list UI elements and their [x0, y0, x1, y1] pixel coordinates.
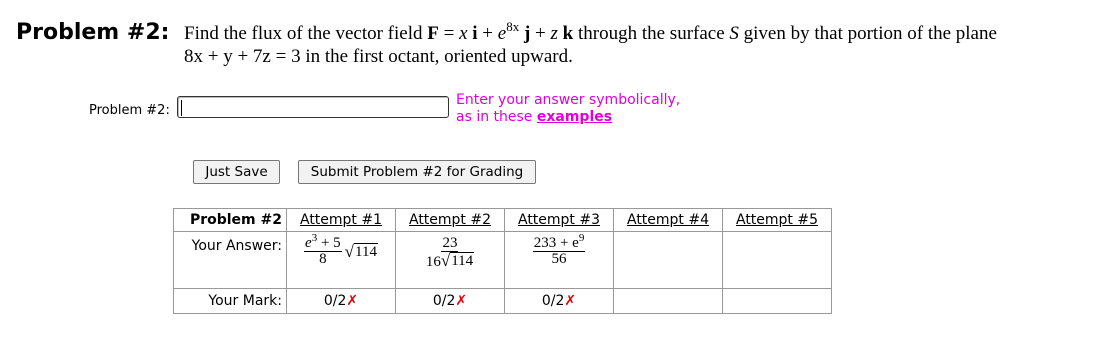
attempt-2-link[interactable]: Attempt #2	[409, 212, 491, 228]
unit-k: k	[562, 23, 574, 44]
equals-sign: =	[443, 23, 455, 44]
sqrt-symbol: √ 114	[344, 242, 378, 261]
submit-for-grading-button[interactable]: Submit Problem #2 for Grading	[298, 160, 536, 184]
problem-line-1: Find the flux of the vector field F = x …	[184, 19, 1106, 45]
hint-line-2: as in these examples	[456, 109, 680, 126]
wrong-x-icon: ✗	[455, 293, 468, 309]
attempt-3-mark: 0/2✗	[504, 288, 614, 314]
attempt-5-answer	[722, 231, 832, 289]
problem-line-2: 8x + y + 7z = 3 in the first octant, ori…	[184, 45, 1106, 68]
sqrt-symbol: √ 114	[440, 251, 475, 270]
attempt-4-answer	[613, 231, 723, 289]
hint-line-1: Enter your answer symbolically,	[456, 92, 681, 108]
plane-equation: 8x + y + 7z = 3	[184, 46, 301, 67]
examples-link[interactable]: examples	[537, 109, 612, 125]
attempt-4-mark	[613, 288, 723, 314]
attempt-4-header[interactable]: Attempt #4	[613, 208, 723, 232]
attempt-4-link[interactable]: Attempt #4	[627, 212, 709, 228]
answers-row: Your Answer: e3 + 5 8 √114 23 16√114	[173, 231, 832, 289]
unit-i: i	[472, 23, 478, 44]
var-x: x	[459, 23, 468, 44]
problem-text-intro: Find the flux of the vector field	[184, 23, 423, 44]
attempt-1-answer: e3 + 5 8 √ 114	[286, 231, 396, 289]
attempts-header-row: Problem #2 Attempt #1 Attempt #2 Attempt…	[173, 208, 832, 232]
your-mark-label: Your Mark:	[173, 288, 287, 314]
attempt-1-mark: 0/2✗	[286, 288, 396, 314]
answer-3-math: 233 + e9 56	[532, 232, 586, 267]
exp-base: e	[497, 23, 507, 44]
attempt-2-answer: 23 16 √ 114	[395, 231, 505, 289]
exponent: 8x	[506, 19, 520, 34]
answer-input[interactable]	[177, 96, 449, 118]
just-save-button[interactable]: Just Save	[193, 160, 280, 184]
marks-row: Your Mark: 0/2✗ 0/2✗ 0/2✗	[173, 288, 832, 314]
problem-text-end: given by that portion of the plane	[743, 23, 997, 44]
attempt-5-link[interactable]: Attempt #5	[736, 212, 818, 228]
attempt-1-link[interactable]: Attempt #1	[300, 212, 382, 228]
attempt-3-answer: 233 + e9 56	[504, 231, 614, 289]
plus-sign: +	[535, 23, 546, 44]
attempt-3-header[interactable]: Attempt #3	[504, 208, 614, 232]
plus-sign: +	[482, 23, 494, 44]
answer-1-math: e3 + 5 8 √ 114	[304, 232, 378, 267]
wrong-x-icon: ✗	[564, 293, 577, 309]
text-caret	[181, 100, 182, 116]
surface-S: S	[729, 23, 739, 44]
table-problem-label: Problem #2	[173, 208, 287, 232]
your-answer-label: Your Answer:	[173, 231, 287, 289]
hint-text: as in these	[456, 109, 533, 125]
answer-2-math: 23 16 √ 114	[425, 235, 475, 270]
problem-text-mid: through the surface	[577, 23, 725, 44]
attempt-3-link[interactable]: Attempt #3	[518, 212, 600, 228]
attempt-2-header[interactable]: Attempt #2	[395, 208, 505, 232]
wrong-x-icon: ✗	[346, 293, 359, 309]
attempt-1-header[interactable]: Attempt #1	[286, 208, 396, 232]
var-z: z	[550, 23, 558, 44]
attempt-2-mark: 0/2✗	[395, 288, 505, 314]
unit-j: j	[523, 23, 531, 44]
problem-text-line2: in the first octant, oriented upward.	[305, 46, 573, 67]
attempt-5-mark	[722, 288, 832, 314]
vector-F: F	[427, 23, 439, 44]
problem-text: Find the flux of the vector field F = x …	[184, 19, 1106, 68]
problem-title: Problem #2:	[16, 20, 170, 45]
answer-label: Problem #2:	[89, 103, 170, 118]
answer-hint: Enter your answer symbolically, as in th…	[456, 92, 680, 126]
attempt-5-header[interactable]: Attempt #5	[722, 208, 832, 232]
attempts-table: Problem #2 Attempt #1 Attempt #2 Attempt…	[173, 208, 832, 314]
